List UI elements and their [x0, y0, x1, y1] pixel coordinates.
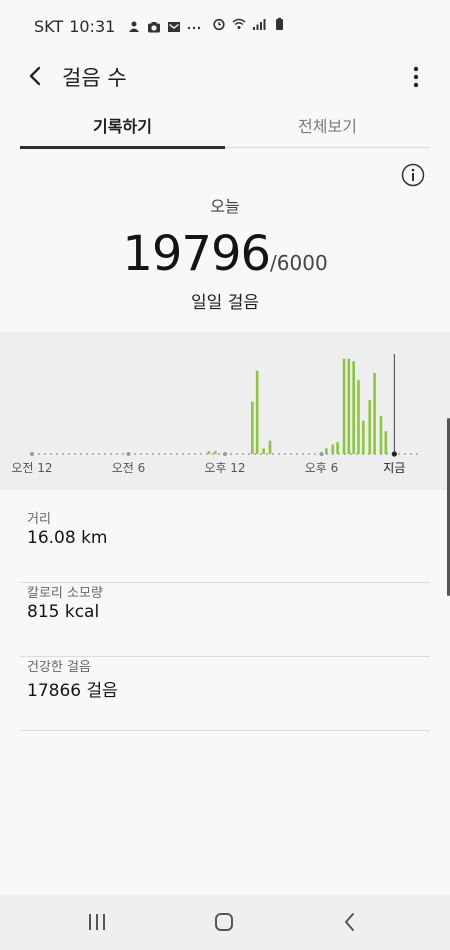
status-right [212, 17, 286, 31]
chart-tick-label: 지금 [383, 461, 405, 475]
chart-bar [352, 361, 355, 454]
tab-divider [225, 147, 430, 148]
period-label: 오늘 [210, 197, 240, 216]
back-nav-icon[interactable] [334, 907, 366, 937]
back-arrow-icon[interactable] [20, 60, 52, 92]
system-nav-bar [0, 895, 450, 950]
chart-bar [368, 400, 372, 454]
chart-tick-dot [319, 452, 324, 456]
tab-record[interactable]: 기록하기 [20, 110, 225, 148]
stat-calories: 칼로리 소모량 815 kcal [20, 582, 430, 657]
wifi-icon [232, 18, 246, 29]
stat-distance: 거리 16.08 km [20, 508, 430, 583]
stat-label: 칼로리 소모량 [27, 586, 103, 601]
chart-tick-label: 오전 6 [112, 461, 146, 475]
tab-bar: 기록하기 전체보기 [20, 110, 430, 150]
daily-steps-caption: 일일 걸음 [191, 293, 259, 313]
more-options-icon[interactable] [404, 62, 428, 92]
status-left: SKT 10:31 [34, 17, 201, 36]
chart-bar [342, 358, 346, 454]
battery-icon [276, 17, 283, 30]
chart-tick-label: 오후 12 [204, 461, 245, 475]
steps-goal: /6000 [270, 251, 328, 275]
now-marker-dot [391, 451, 397, 457]
chart-tick-dot [223, 452, 227, 456]
recent-apps-icon[interactable] [81, 907, 113, 937]
camera-icon [148, 21, 161, 32]
chart-bar [251, 401, 254, 454]
stat-label: 건강한 걸음 [27, 660, 91, 675]
clock: 10:31 [69, 17, 116, 36]
steps-chart-svg: 오전 12 오전 6 오후 12 오후 6 지금 [11, 354, 418, 475]
tab-overview[interactable]: 전체보기 [225, 110, 430, 148]
stat-value: 815 kcal [27, 602, 100, 622]
carrier-label: SKT [34, 17, 64, 36]
chart-tick-label: 오후 6 [305, 461, 339, 475]
chart-bar [379, 415, 383, 454]
chart-bar [325, 448, 328, 454]
chart-bar [347, 358, 351, 454]
chart-bar [384, 431, 388, 454]
stat-healthy-steps: 건강한 걸음 17866 걸음 [20, 656, 430, 731]
chart-bar [336, 442, 339, 454]
chart-bar [262, 448, 265, 454]
home-icon[interactable] [208, 907, 240, 937]
chart-bar [207, 451, 211, 454]
chart-bar [214, 451, 217, 454]
chart-tick-dot [126, 452, 131, 456]
steps-count: 19796 [122, 226, 271, 282]
mail-icon [168, 21, 181, 32]
chart-tick-label: 오전 12 [11, 461, 52, 475]
stat-value: 17866 걸음 [27, 681, 118, 701]
chart-bar [255, 370, 259, 454]
steps-chart: 오전 12 오전 6 오후 12 오후 6 지금 [0, 332, 450, 490]
chart-bar [357, 380, 360, 454]
app-bar: 걸음 수 [0, 54, 450, 100]
page-title: 걸음 수 [62, 66, 127, 90]
active-tab-indicator [20, 146, 225, 149]
chart-tick-dot [30, 452, 34, 456]
steps-summary: 19796/6000 [0, 226, 450, 282]
signal-icon [253, 19, 266, 30]
notification-icon [129, 21, 140, 32]
chart-bar [362, 420, 365, 454]
stat-label: 거리 [27, 512, 51, 527]
more-dots-icon [188, 26, 201, 29]
alarm-icon [213, 18, 225, 31]
status-bar: SKT 10:31 [0, 0, 450, 54]
chart-bar [373, 373, 376, 454]
chart-bar [331, 444, 335, 454]
chart-bar [268, 440, 272, 454]
stat-value: 16.08 km [27, 528, 108, 548]
info-icon[interactable] [401, 163, 425, 187]
